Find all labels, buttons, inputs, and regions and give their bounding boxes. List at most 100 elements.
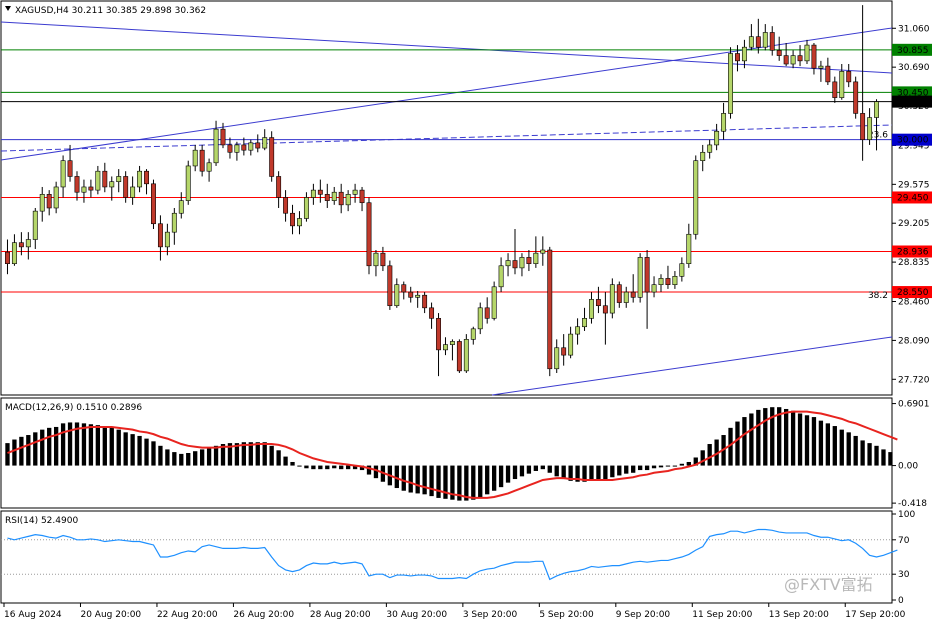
candle-body bbox=[25, 239, 31, 248]
candle-body bbox=[484, 307, 490, 319]
macd-bar bbox=[158, 445, 163, 466]
candle-body bbox=[735, 53, 740, 62]
macd-bar bbox=[318, 465, 323, 470]
time-tick-label: 28 Aug 20:00 bbox=[310, 610, 371, 620]
candle-body bbox=[234, 144, 240, 153]
time-tick-label: 11 Sep 20:00 bbox=[692, 610, 752, 620]
candle-body bbox=[178, 200, 184, 214]
macd-bar bbox=[53, 426, 59, 466]
macd-bar bbox=[471, 465, 476, 500]
macd-bar bbox=[881, 449, 886, 466]
time-tick-label: 17 Sep 20:00 bbox=[845, 610, 905, 620]
candle-body bbox=[394, 284, 400, 307]
level-tag-29.450: 29.450 bbox=[897, 193, 929, 203]
macd-bar bbox=[637, 465, 643, 471]
candle-body bbox=[276, 176, 282, 198]
candle-body bbox=[623, 291, 629, 303]
time-tick-label: 26 Aug 20:00 bbox=[233, 610, 294, 620]
candle-body bbox=[164, 231, 170, 248]
candle-body bbox=[651, 284, 657, 293]
macd-bar bbox=[304, 465, 309, 469]
macd-bar bbox=[172, 452, 177, 466]
macd-bar bbox=[512, 465, 518, 480]
candle-body bbox=[53, 186, 59, 209]
macd-bar bbox=[290, 461, 295, 466]
macd-bar bbox=[415, 465, 420, 494]
candle-body bbox=[748, 36, 754, 48]
macd-tick-label: -0.418 bbox=[898, 499, 927, 509]
rsi-tick-label: 100 bbox=[898, 510, 915, 520]
candle-body bbox=[192, 149, 198, 167]
macd-bar bbox=[561, 465, 566, 480]
candle-body bbox=[498, 265, 504, 288]
macd-bar bbox=[12, 439, 17, 466]
macd-bar bbox=[262, 442, 267, 466]
candle bbox=[366, 197, 372, 275]
macd-bar bbox=[839, 429, 844, 466]
candle-body bbox=[463, 339, 469, 372]
macd-bar bbox=[867, 443, 872, 466]
candle-body bbox=[338, 191, 344, 206]
macd-bar bbox=[644, 465, 650, 471]
candle-body bbox=[373, 252, 379, 267]
candle-body bbox=[352, 189, 358, 195]
macd-bar bbox=[853, 435, 858, 466]
candle-body bbox=[88, 186, 94, 191]
macd-bar bbox=[186, 453, 191, 466]
candle-body bbox=[707, 144, 713, 153]
candle-body bbox=[595, 299, 601, 307]
macd-bar bbox=[756, 409, 761, 466]
macd-bar bbox=[783, 408, 789, 466]
candle-body bbox=[380, 252, 386, 267]
candle-body bbox=[762, 32, 768, 48]
candle-body bbox=[387, 265, 393, 307]
macd-bar bbox=[540, 465, 545, 470]
macd-bar bbox=[749, 413, 754, 466]
candle-body bbox=[262, 137, 268, 149]
candle-body bbox=[366, 202, 372, 267]
macd-bar bbox=[165, 449, 170, 466]
macd-bar bbox=[283, 456, 288, 466]
candle-body bbox=[519, 257, 525, 269]
macd-bar bbox=[519, 465, 525, 477]
candle bbox=[491, 281, 497, 321]
macd-bar bbox=[144, 438, 149, 466]
macd-bar bbox=[47, 427, 52, 466]
candle-body bbox=[60, 160, 66, 188]
watermark-text: @FXTV富拓 bbox=[784, 575, 873, 594]
candle-body bbox=[81, 186, 87, 193]
macd-bar bbox=[276, 450, 281, 466]
time-tick-label: 20 Aug 20:00 bbox=[80, 610, 141, 620]
candle-body bbox=[102, 170, 108, 188]
macd-bar bbox=[485, 465, 490, 495]
candle-body bbox=[783, 55, 789, 65]
price-tick-label: 30.690 bbox=[898, 63, 930, 73]
macd-bar bbox=[436, 465, 441, 498]
macd-bar bbox=[311, 465, 316, 470]
candle-body bbox=[714, 130, 720, 146]
macd-bar bbox=[547, 465, 552, 473]
candle bbox=[728, 47, 733, 119]
macd-bar bbox=[19, 436, 24, 466]
candle-body bbox=[755, 36, 761, 48]
candle-body bbox=[839, 71, 845, 98]
candle-body bbox=[630, 291, 636, 298]
candle-body bbox=[741, 46, 747, 62]
candle-body bbox=[39, 194, 45, 212]
macd-bar bbox=[60, 423, 66, 466]
macd-bar bbox=[116, 429, 121, 466]
macd-bar bbox=[422, 465, 427, 495]
candle-body bbox=[874, 101, 879, 118]
candle-body bbox=[324, 194, 330, 201]
candle-body bbox=[658, 278, 664, 286]
time-tick-label: 16 Aug 2024 bbox=[4, 610, 62, 620]
macd-bar bbox=[624, 465, 629, 474]
macd-bar bbox=[825, 423, 831, 466]
candle-body bbox=[769, 32, 775, 51]
candle-body bbox=[144, 170, 149, 185]
candle-body bbox=[693, 160, 699, 235]
macd-bar bbox=[88, 424, 94, 466]
candle-body bbox=[213, 128, 219, 164]
price-tick-label: 28.835 bbox=[898, 258, 930, 268]
macd-bar bbox=[554, 465, 559, 477]
